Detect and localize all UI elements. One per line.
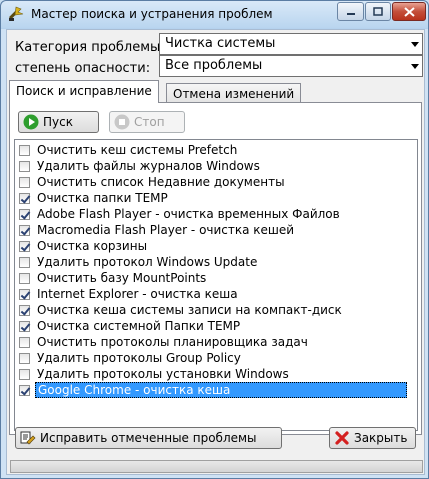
start-label: Пуск [43, 115, 73, 129]
list-item[interactable]: Удалить протокол Windows Update [15, 254, 417, 270]
list-item[interactable]: Очистка кеша системы записи на компакт-д… [15, 302, 417, 318]
minimize-button[interactable] [337, 2, 364, 21]
list-item[interactable]: Удалить протоколы Group Policy [15, 350, 417, 366]
checkbox[interactable] [19, 177, 30, 188]
search-fix-panel: Пуск Стоп Очистить кеш системы Prefetch … [9, 102, 422, 435]
category-select[interactable]: Чистка системы [159, 33, 423, 55]
close-icon [403, 6, 415, 17]
stop-label: Стоп [134, 115, 165, 129]
checkbox[interactable] [19, 193, 30, 204]
play-icon [23, 114, 39, 130]
stop-icon [114, 114, 130, 130]
checkbox[interactable] [19, 353, 30, 364]
tab-undo-changes[interactable]: Отмена изменений [166, 83, 302, 103]
list-item[interactable]: Очистить базу MountPoints [15, 270, 417, 286]
close-label: Закрыть [354, 431, 408, 445]
window-title: Мастер поиска и устранения проблем [31, 7, 273, 21]
close-window-button[interactable] [392, 2, 426, 21]
red-x-icon [335, 431, 349, 445]
checkbox[interactable] [19, 209, 30, 220]
tab-strip: Поиск и исправление Отмена изменений [9, 80, 423, 103]
app-window: Мастер поиска и устранения проблем Катег… [0, 0, 429, 479]
checkbox[interactable] [19, 385, 30, 396]
maximize-button[interactable] [365, 2, 391, 21]
checkbox[interactable] [19, 225, 30, 236]
category-value: Чистка системы [165, 36, 276, 51]
checkbox[interactable] [19, 241, 30, 252]
start-button[interactable]: Пуск [18, 111, 99, 133]
list-item-selected[interactable]: Google Chrome - очистка кеша [15, 382, 417, 398]
list-item[interactable]: Internet Explorer - очистка кеша [15, 286, 417, 302]
list-item[interactable]: Очистить кеш системы Prefetch [15, 142, 417, 158]
chevron-down-icon [411, 64, 419, 69]
list-item[interactable]: Очистка корзины [15, 238, 417, 254]
list-item[interactable]: Macromedia Flash Player - очистка кешей [15, 222, 417, 238]
severity-select[interactable]: Все проблемы [159, 55, 423, 77]
stop-button[interactable]: Стоп [109, 111, 185, 133]
list-item[interactable]: Очистка папки TEMP [15, 190, 417, 206]
checkbox[interactable] [19, 321, 30, 332]
problem-list[interactable]: Очистить кеш системы Prefetch Удалить фа… [14, 139, 418, 431]
severity-value: Все проблемы [165, 58, 263, 73]
category-label: Категория проблемы: [15, 40, 165, 55]
checkbox[interactable] [19, 337, 30, 348]
fix-selected-label: Исправить отмеченные проблемы [40, 431, 257, 445]
status-bar [10, 460, 423, 473]
close-button[interactable]: Закрыть [329, 427, 416, 449]
checkbox[interactable] [19, 161, 30, 172]
checkbox[interactable] [19, 305, 30, 316]
list-item[interactable]: Очистка системной Папки TEMP [15, 318, 417, 334]
fix-selected-button[interactable]: Исправить отмеченные проблемы [15, 427, 282, 449]
checkbox[interactable] [19, 369, 30, 380]
title-bar[interactable]: Мастер поиска и устранения проблем [1, 1, 428, 28]
maximize-icon [373, 7, 383, 16]
chevron-down-icon [411, 42, 419, 47]
wizard-wand-icon [9, 6, 24, 21]
tab-search-fix[interactable]: Поиск и исправление [9, 80, 159, 103]
checkbox[interactable] [19, 257, 30, 268]
checkbox[interactable] [19, 145, 30, 156]
list-item[interactable]: Очистить протоколы планировщика задач [15, 334, 417, 350]
severity-label: степень опасности: [15, 61, 151, 76]
list-item[interactable]: Adobe Flash Player - очистка временных Ф… [15, 206, 417, 222]
main-content: Категория проблемы: Чистка системы степе… [6, 29, 425, 475]
list-item[interactable]: Удалить файлы журналов Windows [15, 158, 417, 174]
list-item[interactable]: Удалить протоколы установки Windows [15, 366, 417, 382]
list-item[interactable]: Очистить список Недавние документы [15, 174, 417, 190]
repair-tools-icon [20, 431, 36, 445]
minimize-icon [346, 12, 355, 15]
checkbox[interactable] [19, 273, 30, 284]
checkbox[interactable] [19, 289, 30, 300]
